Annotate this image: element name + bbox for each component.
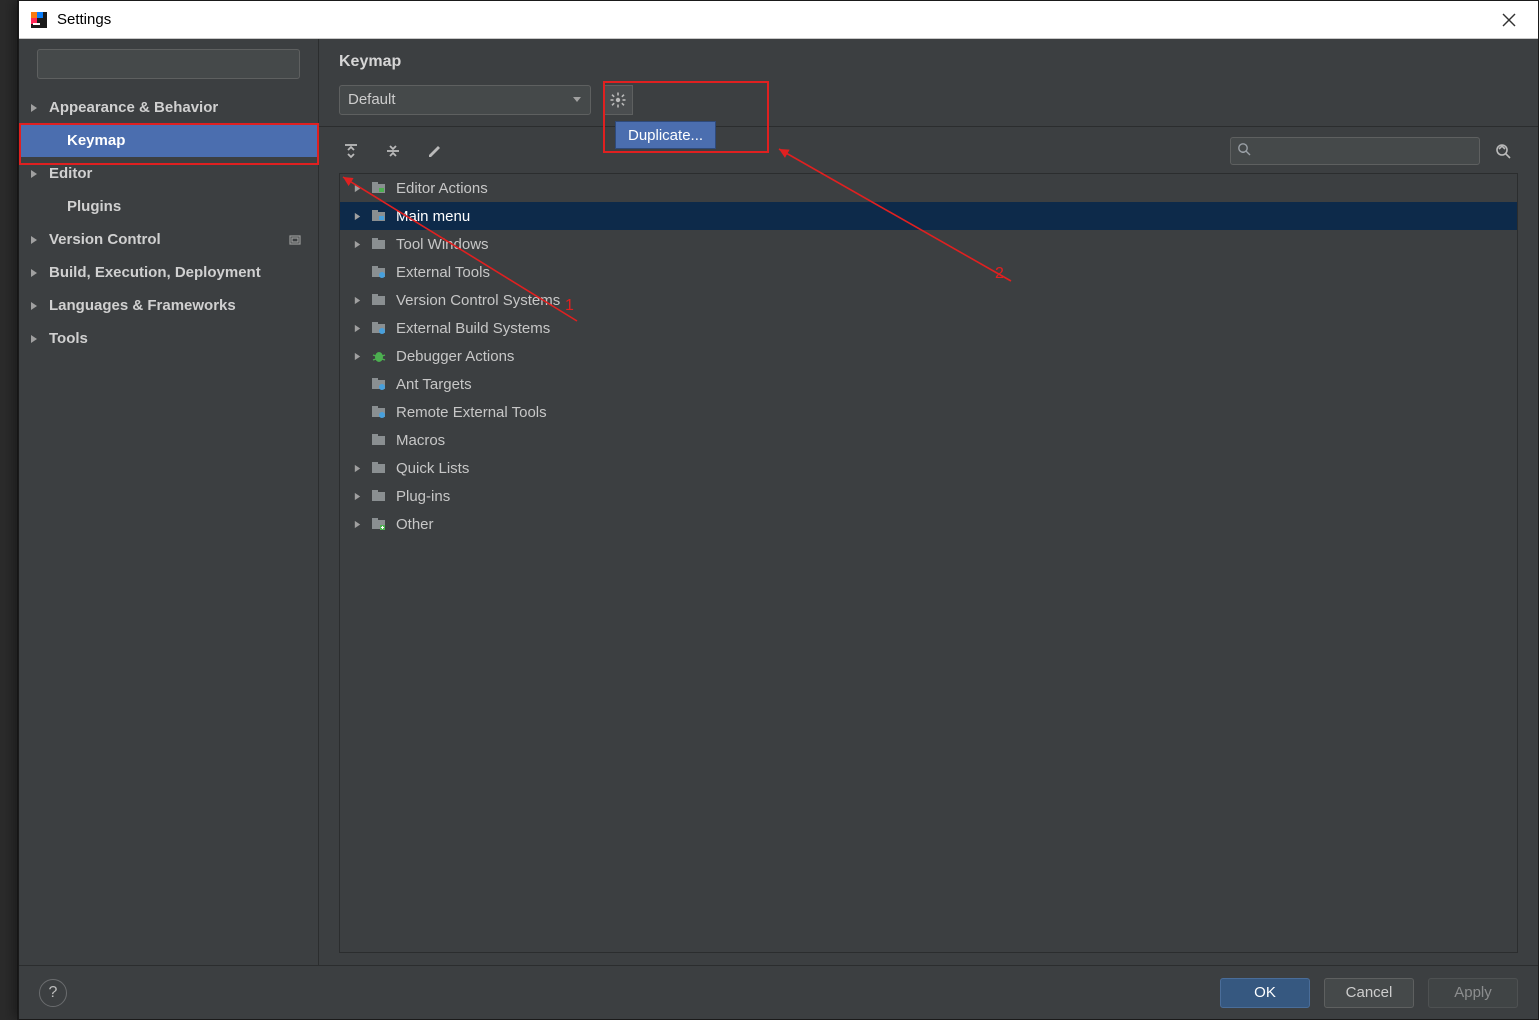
sidebar-item-label: Languages & Frameworks bbox=[49, 297, 236, 314]
chevron-right-icon bbox=[29, 301, 39, 311]
sidebar-item-keymap[interactable]: Keymap bbox=[19, 124, 318, 157]
folder-icon bbox=[370, 459, 388, 477]
ok-button[interactable]: OK bbox=[1220, 978, 1310, 1008]
tree-item-quick-lists[interactable]: Quick Lists bbox=[340, 454, 1517, 482]
titlebar: Settings bbox=[19, 1, 1538, 39]
window-close-button[interactable] bbox=[1486, 1, 1532, 39]
tree-item-editor-actions[interactable]: Editor Actions bbox=[340, 174, 1517, 202]
tree-label: External Build Systems bbox=[394, 320, 550, 337]
tree-item-ant-targets[interactable]: Ant Targets bbox=[340, 370, 1517, 398]
sidebar-item-build-execution-deployment[interactable]: Build, Execution, Deployment bbox=[19, 256, 318, 289]
menu-item-label: Duplicate... bbox=[628, 127, 703, 144]
folder-icon bbox=[370, 291, 388, 309]
tree-item-remote-external-tools[interactable]: Remote External Tools bbox=[340, 398, 1517, 426]
keymap-gear-button[interactable] bbox=[603, 85, 633, 115]
folder-icon bbox=[370, 431, 388, 449]
tree-item-version-control-systems[interactable]: Version Control Systems bbox=[340, 286, 1517, 314]
chevron-right-icon bbox=[350, 464, 364, 473]
keymap-select-combo[interactable]: Default bbox=[339, 85, 591, 115]
titlebar-title: Settings bbox=[57, 11, 111, 28]
chevron-right-icon bbox=[29, 235, 39, 245]
action-search-input[interactable] bbox=[1230, 137, 1480, 165]
folder-gear-icon bbox=[370, 319, 388, 337]
tree-label: Main menu bbox=[394, 208, 470, 225]
tree-item-macros[interactable]: Macros bbox=[340, 426, 1517, 454]
help-button[interactable]: ? bbox=[39, 979, 67, 1007]
expand-all-button[interactable] bbox=[339, 139, 363, 163]
chevron-right-icon bbox=[350, 352, 364, 361]
settings-dialog: Settings Appearance & Behavior bbox=[18, 0, 1539, 1020]
sidebar-item-version-control[interactable]: Version Control bbox=[19, 223, 318, 256]
chevron-right-icon bbox=[29, 169, 39, 179]
tree-label: External Tools bbox=[394, 264, 490, 281]
sidebar-item-plugins[interactable]: Plugins bbox=[19, 190, 318, 223]
bug-icon bbox=[370, 347, 388, 365]
sidebar-item-appearance-behavior[interactable]: Appearance & Behavior bbox=[19, 91, 318, 124]
keymap-gear-menu-item-duplicate[interactable]: Duplicate... bbox=[615, 121, 716, 149]
folder-icon bbox=[370, 487, 388, 505]
chevron-right-icon bbox=[29, 334, 39, 344]
tree-item-external-build-systems[interactable]: External Build Systems bbox=[340, 314, 1517, 342]
settings-main: Keymap Default bbox=[319, 39, 1538, 965]
tree-label: Quick Lists bbox=[394, 460, 469, 477]
folder-gear-icon bbox=[370, 403, 388, 421]
tree-label: Debugger Actions bbox=[394, 348, 514, 365]
sidebar-item-label: Editor bbox=[49, 165, 92, 182]
keymap-tree[interactable]: Editor Actions Main menu Tool Windows Ex… bbox=[339, 173, 1518, 953]
tree-label: Tool Windows bbox=[394, 236, 489, 253]
folder-icon bbox=[370, 235, 388, 253]
tree-item-external-tools[interactable]: External Tools bbox=[340, 258, 1517, 286]
tree-label: Macros bbox=[394, 432, 445, 449]
sidebar-item-label: Version Control bbox=[49, 231, 161, 248]
chevron-right-icon bbox=[350, 212, 364, 221]
tree-item-tool-windows[interactable]: Tool Windows bbox=[340, 230, 1517, 258]
tree-label: Plug-ins bbox=[394, 488, 450, 505]
sidebar-item-languages-frameworks[interactable]: Languages & Frameworks bbox=[19, 289, 318, 322]
settings-sidebar: Appearance & Behavior Keymap Editor Plug… bbox=[19, 39, 319, 965]
chevron-right-icon bbox=[350, 240, 364, 249]
chevron-right-icon bbox=[350, 492, 364, 501]
collapse-all-button[interactable] bbox=[381, 139, 405, 163]
tree-label: Other bbox=[394, 516, 434, 533]
apply-button[interactable]: Apply bbox=[1428, 978, 1518, 1008]
chevron-right-icon bbox=[350, 520, 364, 529]
sidebar-item-label: Plugins bbox=[67, 198, 121, 215]
chevron-right-icon bbox=[350, 296, 364, 305]
tree-label: Remote External Tools bbox=[394, 404, 547, 421]
intellij-app-icon bbox=[29, 10, 49, 30]
chevron-down-icon bbox=[572, 91, 582, 108]
chevron-right-icon bbox=[350, 184, 364, 193]
sidebar-item-label: Appearance & Behavior bbox=[49, 99, 218, 116]
sidebar-search-input[interactable] bbox=[37, 49, 300, 79]
folder-gear-icon bbox=[370, 375, 388, 393]
folder-icon bbox=[370, 179, 388, 197]
page-title: Keymap bbox=[339, 53, 1518, 71]
edit-shortcut-button[interactable] bbox=[423, 139, 447, 163]
tree-item-other[interactable]: Other bbox=[340, 510, 1517, 538]
tree-label: Editor Actions bbox=[394, 180, 488, 197]
sidebar-item-label: Keymap bbox=[67, 132, 125, 149]
sidebar-item-editor[interactable]: Editor bbox=[19, 157, 318, 190]
folder-icon bbox=[370, 207, 388, 225]
search-icon bbox=[1237, 142, 1251, 160]
cancel-button[interactable]: Cancel bbox=[1324, 978, 1414, 1008]
chevron-right-icon bbox=[29, 268, 39, 278]
folder-plus-icon bbox=[370, 515, 388, 533]
sidebar-item-label: Build, Execution, Deployment bbox=[49, 264, 261, 281]
tree-label: Ant Targets bbox=[394, 376, 472, 393]
tree-item-plug-ins[interactable]: Plug-ins bbox=[340, 482, 1517, 510]
folder-gear-icon bbox=[370, 263, 388, 281]
chevron-right-icon bbox=[350, 324, 364, 333]
tree-item-main-menu[interactable]: Main menu bbox=[340, 202, 1517, 230]
tree-item-debugger-actions[interactable]: Debugger Actions bbox=[340, 342, 1517, 370]
sidebar-item-tools[interactable]: Tools bbox=[19, 322, 318, 355]
combo-value: Default bbox=[348, 91, 572, 108]
project-level-icon bbox=[288, 233, 302, 247]
tree-label: Version Control Systems bbox=[394, 292, 560, 309]
chevron-right-icon bbox=[29, 103, 39, 113]
dialog-footer: ? OK Cancel Apply bbox=[19, 965, 1538, 1019]
sidebar-item-label: Tools bbox=[49, 330, 88, 347]
find-by-shortcut-button[interactable] bbox=[1488, 137, 1518, 165]
